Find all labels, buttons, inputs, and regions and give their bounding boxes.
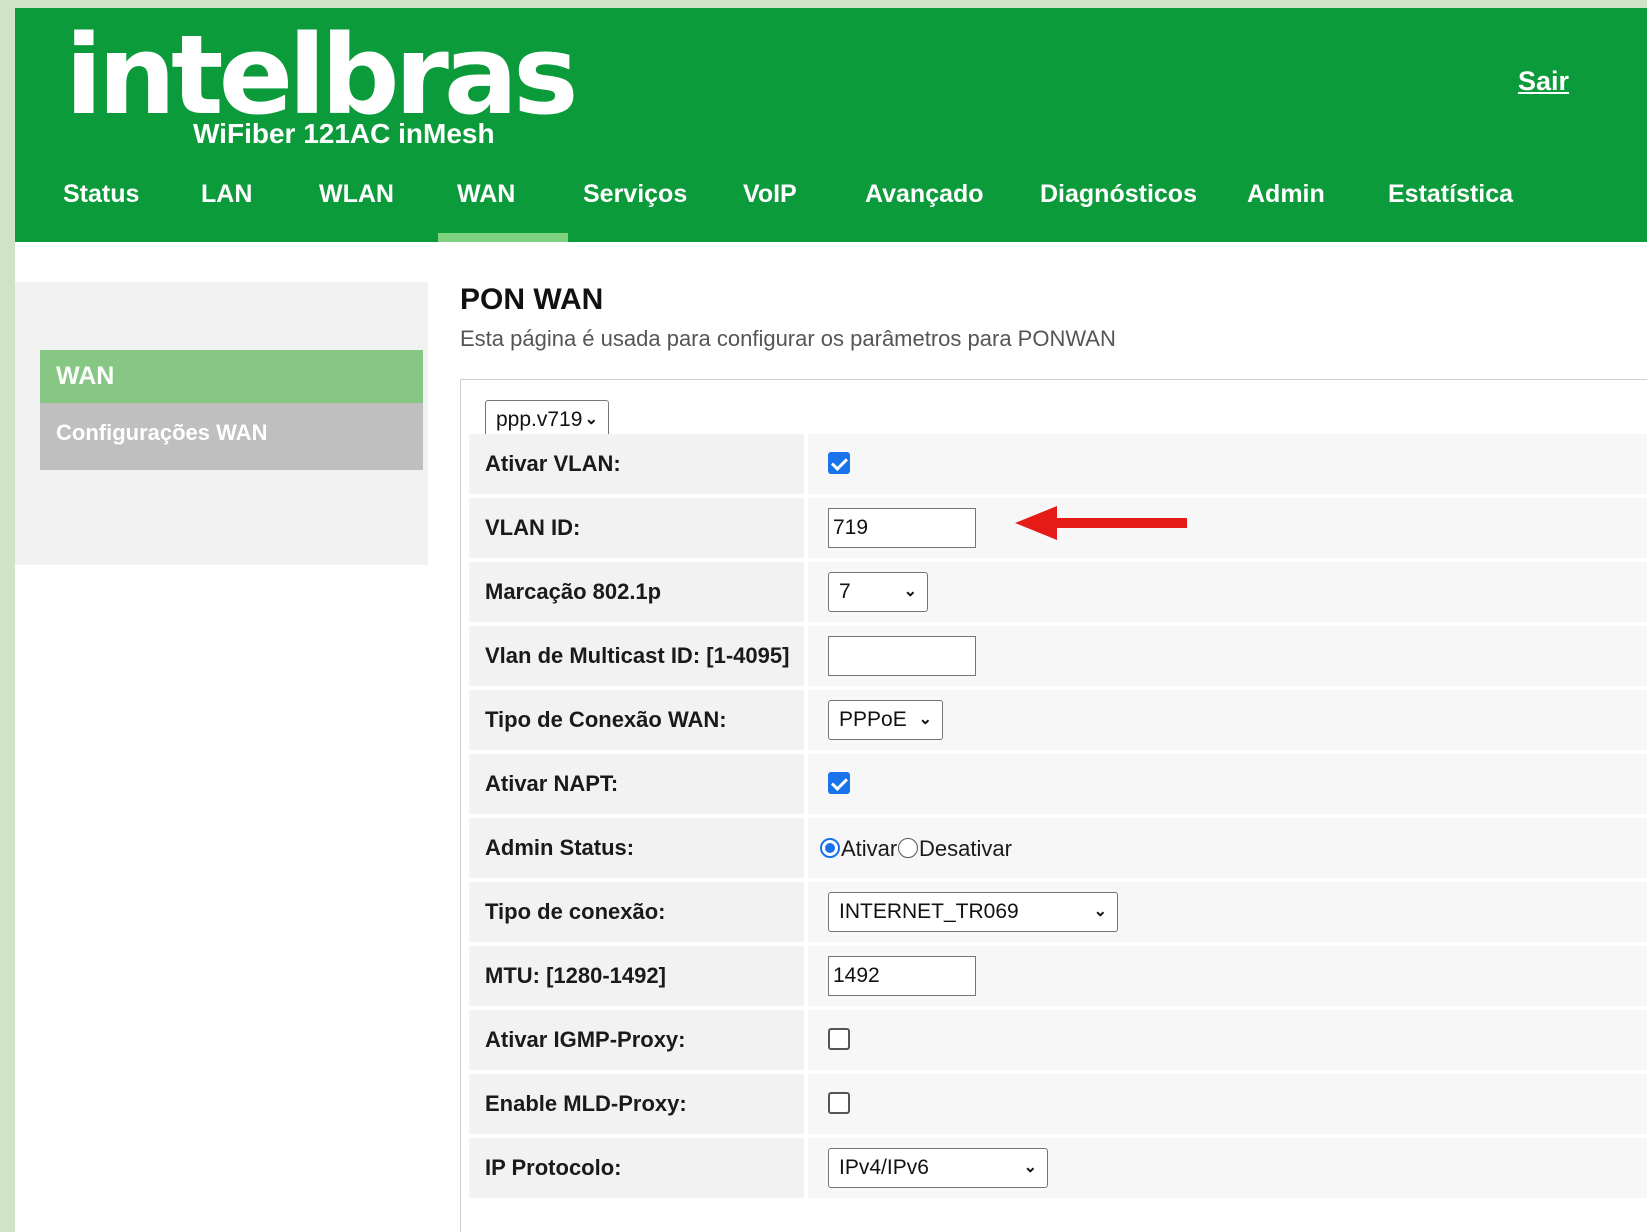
vlan-enable-checkbox[interactable] — [828, 452, 850, 474]
row-napt: Ativar NAPT: — [469, 754, 1647, 814]
device-model: WiFiber 121AC inMesh — [193, 118, 495, 149]
row-ip-protocol: IP Protocolo: IPv4/IPv6 ⌄ — [469, 1138, 1647, 1198]
chevron-down-icon: ⌄ — [1093, 903, 1107, 920]
sidebar: WAN Configurações WAN — [15, 282, 428, 565]
logout-link[interactable]: Sair — [1518, 66, 1569, 97]
ip-protocol-value: IPv4/IPv6 — [839, 1156, 929, 1179]
service-type-label: Tipo de conexão: — [469, 882, 804, 942]
nav-admin[interactable]: Admin — [1247, 180, 1325, 209]
vlan-id-input[interactable] — [828, 508, 976, 548]
admin-status-enable-label: Ativar — [841, 836, 898, 861]
napt-checkbox[interactable] — [828, 772, 850, 794]
chevron-down-icon: ⌄ — [1023, 1159, 1037, 1176]
napt-label: Ativar NAPT: — [469, 754, 804, 814]
conn-type-select[interactable]: PPPoE ⌄ — [828, 700, 943, 740]
service-type-select[interactable]: INTERNET_TR069 ⌄ — [828, 892, 1118, 932]
header-bar: intelbras WiFiber 121AC inMesh Sair Stat… — [15, 8, 1647, 242]
nav-lan[interactable]: LAN — [201, 180, 252, 209]
conn-type-value: PPPoE — [839, 708, 907, 731]
ip-protocol-label: IP Protocolo: — [469, 1138, 804, 1198]
sidebar-item-configuracoes-wan[interactable]: Configurações WAN — [40, 403, 423, 470]
ip-protocol-select[interactable]: IPv4/IPv6 ⌄ — [828, 1148, 1048, 1188]
multicast-vlan-input[interactable] — [828, 636, 976, 676]
page-description: Esta página é usada para configurar os p… — [460, 326, 1116, 351]
row-admin-status: Admin Status: Ativar Desativar — [469, 818, 1647, 878]
multicast-vlan-label: Vlan de Multicast ID: [1-4095] — [469, 626, 804, 686]
nav-active-indicator — [438, 233, 568, 242]
mtu-input[interactable] — [828, 956, 976, 996]
priority-value: 7 — [839, 580, 851, 603]
sidebar-section-wan: WAN — [40, 350, 423, 403]
nav-status[interactable]: Status — [63, 180, 139, 209]
nav-servicos[interactable]: Serviços — [583, 180, 687, 209]
page-title: PON WAN — [460, 283, 604, 316]
vlan-id-label: VLAN ID: — [469, 498, 804, 558]
arrow-left-icon — [1015, 506, 1187, 540]
mtu-label: MTU: [1280-1492] — [469, 946, 804, 1006]
igmp-label: Ativar IGMP-Proxy: — [469, 1010, 804, 1070]
priority-label: Marcação 802.1p — [469, 562, 804, 622]
row-conn-type: Tipo de Conexão WAN: PPPoE ⌄ — [469, 690, 1647, 750]
nav-estatistica[interactable]: Estatística — [1388, 180, 1513, 209]
row-vlan-enable: Ativar VLAN: — [469, 434, 1647, 494]
nav-wan[interactable]: WAN — [457, 180, 515, 209]
igmp-checkbox[interactable] — [828, 1028, 850, 1050]
mld-label: Enable MLD-Proxy: — [469, 1074, 804, 1134]
conn-type-label: Tipo de Conexão WAN: — [469, 690, 804, 750]
nav-voip[interactable]: VoIP — [743, 180, 797, 209]
nav-wlan[interactable]: WLAN — [319, 180, 394, 209]
wan-connection-value: ppp.v719 — [496, 408, 583, 431]
chevron-down-icon: ⌄ — [903, 583, 917, 600]
row-igmp: Ativar IGMP-Proxy: — [469, 1010, 1647, 1070]
row-service-type: Tipo de conexão: INTERNET_TR069 ⌄ — [469, 882, 1647, 942]
mld-checkbox[interactable] — [828, 1092, 850, 1114]
admin-status-label: Admin Status: — [469, 818, 804, 878]
service-type-value: INTERNET_TR069 — [839, 900, 1019, 923]
row-priority: Marcação 802.1p 7 ⌄ — [469, 562, 1647, 622]
priority-select[interactable]: 7 ⌄ — [828, 572, 928, 612]
chevron-down-icon: ⌄ — [918, 711, 932, 728]
nav-avancado[interactable]: Avançado — [865, 180, 984, 209]
browser-page: intelbras WiFiber 121AC inMesh Sair Stat… — [15, 8, 1647, 1232]
admin-status-enable-radio[interactable] — [820, 838, 840, 858]
nav-diagnosticos[interactable]: Diagnósticos — [1040, 180, 1197, 209]
row-mtu: MTU: [1280-1492] — [469, 946, 1647, 1006]
row-mld: Enable MLD-Proxy: — [469, 1074, 1647, 1134]
admin-status-disable-label: Desativar — [919, 836, 1012, 861]
admin-status-disable-radio[interactable] — [898, 838, 918, 858]
vlan-enable-label: Ativar VLAN: — [469, 434, 804, 494]
row-multicast-vlan: Vlan de Multicast ID: [1-4095] — [469, 626, 1647, 686]
